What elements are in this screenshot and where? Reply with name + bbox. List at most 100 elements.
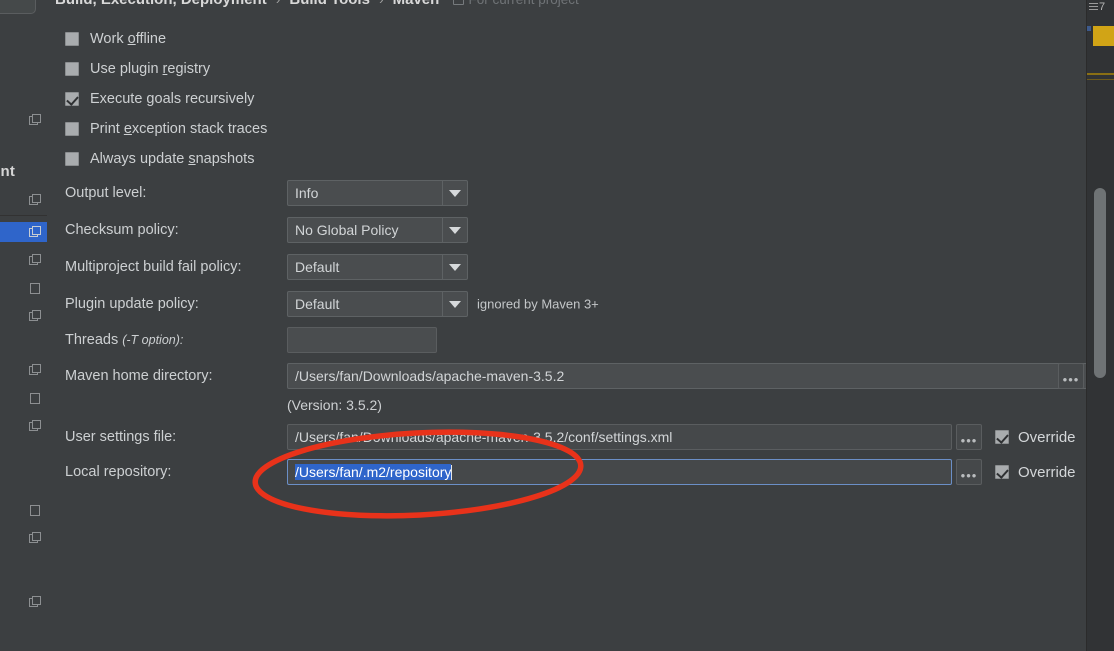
sidebar-tree-item[interactable] [0,388,47,408]
editor-marker-strip[interactable]: 7 [1086,0,1114,651]
checkbox-row-execute-goals-recursively[interactable]: Execute goals recursively [65,89,254,109]
threads-input[interactable] [287,327,437,353]
module-icon [29,595,42,609]
checksum-policy-dropdown[interactable]: No Global Policy [287,217,468,243]
checkbox-print-exception-stack-traces[interactable] [65,122,79,136]
chevron-down-icon[interactable] [442,255,467,279]
breadcrumb-part-2[interactable]: Build Tools [289,0,370,8]
checkbox-row-always-update-snapshots[interactable]: Always update snapshots [65,149,254,169]
multiproject-policy-dropdown[interactable]: Default [287,254,468,280]
field-row-output-level: Output level: Info [47,180,1087,206]
chevron-down-icon[interactable] [442,292,467,316]
sidebar-tree-item[interactable] [0,110,47,130]
sidebar-tree-item[interactable] [0,592,47,612]
checkbox-label: Execute goals recursively [90,91,255,107]
local-repository-override-row[interactable]: Override [995,462,1076,482]
sidebar-tree-item[interactable] [0,500,47,520]
ellipsis-icon: ••• [960,468,978,483]
module-icon [29,113,42,127]
maven-version-label: (Version: 3.5.2) [287,397,382,413]
override-label: Override [1018,463,1076,481]
maven-home-combobox[interactable]: /Users/fan/Downloads/apache-maven-3.5.2 [287,363,1087,389]
local-repository-label: Local repository: [65,464,172,480]
sidebar-tree-item[interactable] [0,416,47,436]
warning-count: 7 [1099,1,1106,13]
user-settings-browse-button[interactable]: ••• [956,424,982,450]
checkbox-always-update-snapshots[interactable] [65,152,79,166]
maven-home-browse-button[interactable]: ••• [1058,363,1084,389]
ellipsis-icon: ••• [1062,372,1080,387]
warning-line-marker[interactable] [1087,79,1114,80]
checkbox-override-local-repository[interactable] [995,465,1009,479]
checksum-policy-label: Checksum policy: [65,222,179,238]
chevron-down-icon[interactable] [442,181,467,205]
maven-home-value: /Users/fan/Downloads/apache-maven-3.5.2 [295,368,565,384]
field-row-threads: Threads (-T option): [47,327,1087,353]
sidebar-tree-item[interactable] [0,528,47,548]
maven-home-label: Maven home directory: [65,368,213,384]
document-icon [29,282,42,295]
user-settings-override-row[interactable]: Override [995,427,1076,447]
text-caret [451,465,453,480]
breadcrumb-part-1[interactable]: Build, Execution, Deployment [55,0,267,8]
checkbox-override-user-settings[interactable] [995,430,1009,444]
settings-dialog-screenshot: ent [0,0,1114,651]
checkbox-execute-goals-recursively[interactable] [65,92,79,106]
sidebar-tree-item[interactable] [0,190,47,210]
field-row-checksum-policy: Checksum policy: No Global Policy [47,217,1087,243]
user-settings-label: User settings file: [65,429,177,445]
plugin-update-policy-hint: ignored by Maven 3+ [477,296,599,312]
breadcrumb: Build, Execution, Deployment › Build Too… [55,0,579,8]
module-icon [29,419,42,433]
module-icon [29,531,42,545]
sidebar-tree-item-maven-selected[interactable] [0,222,47,242]
checkbox-row-use-plugin-registry[interactable]: Use plugin registry [65,59,210,79]
warning-counter[interactable]: 7 [1089,1,1105,13]
modified-line-marker [1087,26,1091,31]
output-level-value: Info [295,185,319,201]
breadcrumb-separator-icon: › [276,0,280,7]
local-repository-input[interactable]: /Users/fan/.m2/repository [287,459,952,485]
output-level-label: Output level: [65,185,147,201]
checksum-policy-value: No Global Policy [295,222,399,238]
maven-icon [29,225,42,239]
checkbox-row-print-exception-stack-traces[interactable]: Print exception stack traces [65,119,267,139]
sidebar-label-fragment: ent [0,163,16,180]
sidebar-tree-item[interactable] [0,360,47,380]
plugin-update-policy-label: Plugin update policy: [65,296,199,312]
field-row-local-repository: Local repository: /Users/fan/.m2/reposit… [47,459,1087,485]
project-scope-icon [453,0,465,5]
settings-category-sidebar[interactable]: ent [0,0,48,651]
plugin-update-policy-dropdown[interactable]: Default [287,291,468,317]
scrollbar-thumb[interactable] [1094,188,1106,378]
checkbox-row-work-offline[interactable]: Work offline [65,29,166,49]
user-settings-value: /Users/fan/Downloads/apache-maven-3.5.2/… [295,429,673,445]
multiproject-policy-label: Multiproject build fail policy: [65,259,242,275]
module-icon [29,363,42,377]
scope-indicator: For current project [453,0,579,7]
local-repository-browse-button[interactable]: ••• [956,459,982,485]
warning-line-marker[interactable] [1087,73,1114,75]
output-level-dropdown[interactable]: Info [287,180,468,206]
chevron-down-icon[interactable] [442,218,467,242]
sidebar-tree-item[interactable] [0,306,47,326]
warning-icon [1089,3,1098,11]
checkbox-label: Use plugin registry [90,61,211,77]
module-icon [29,253,42,267]
local-repository-value-wrap: /Users/fan/.m2/repository [288,464,453,480]
sidebar-search-box[interactable] [0,0,36,14]
document-icon [29,504,42,517]
multiproject-policy-value: Default [295,259,340,275]
module-icon [29,309,42,323]
checkbox-work-offline[interactable] [65,32,79,46]
user-settings-input[interactable]: /Users/fan/Downloads/apache-maven-3.5.2/… [287,424,952,450]
sidebar-tree-item[interactable] [0,250,47,270]
local-repository-value: /Users/fan/.m2/repository [295,464,452,480]
maven-settings-pane: Build, Execution, Deployment › Build Too… [47,0,1087,651]
warning-marker[interactable] [1093,26,1114,46]
plugin-update-policy-value: Default [295,296,340,312]
checkbox-use-plugin-registry[interactable] [65,62,79,76]
breadcrumb-part-3[interactable]: Maven [393,0,440,8]
field-row-user-settings-file: User settings file: /Users/fan/Downloads… [47,424,1087,450]
sidebar-tree-item[interactable] [0,278,47,298]
